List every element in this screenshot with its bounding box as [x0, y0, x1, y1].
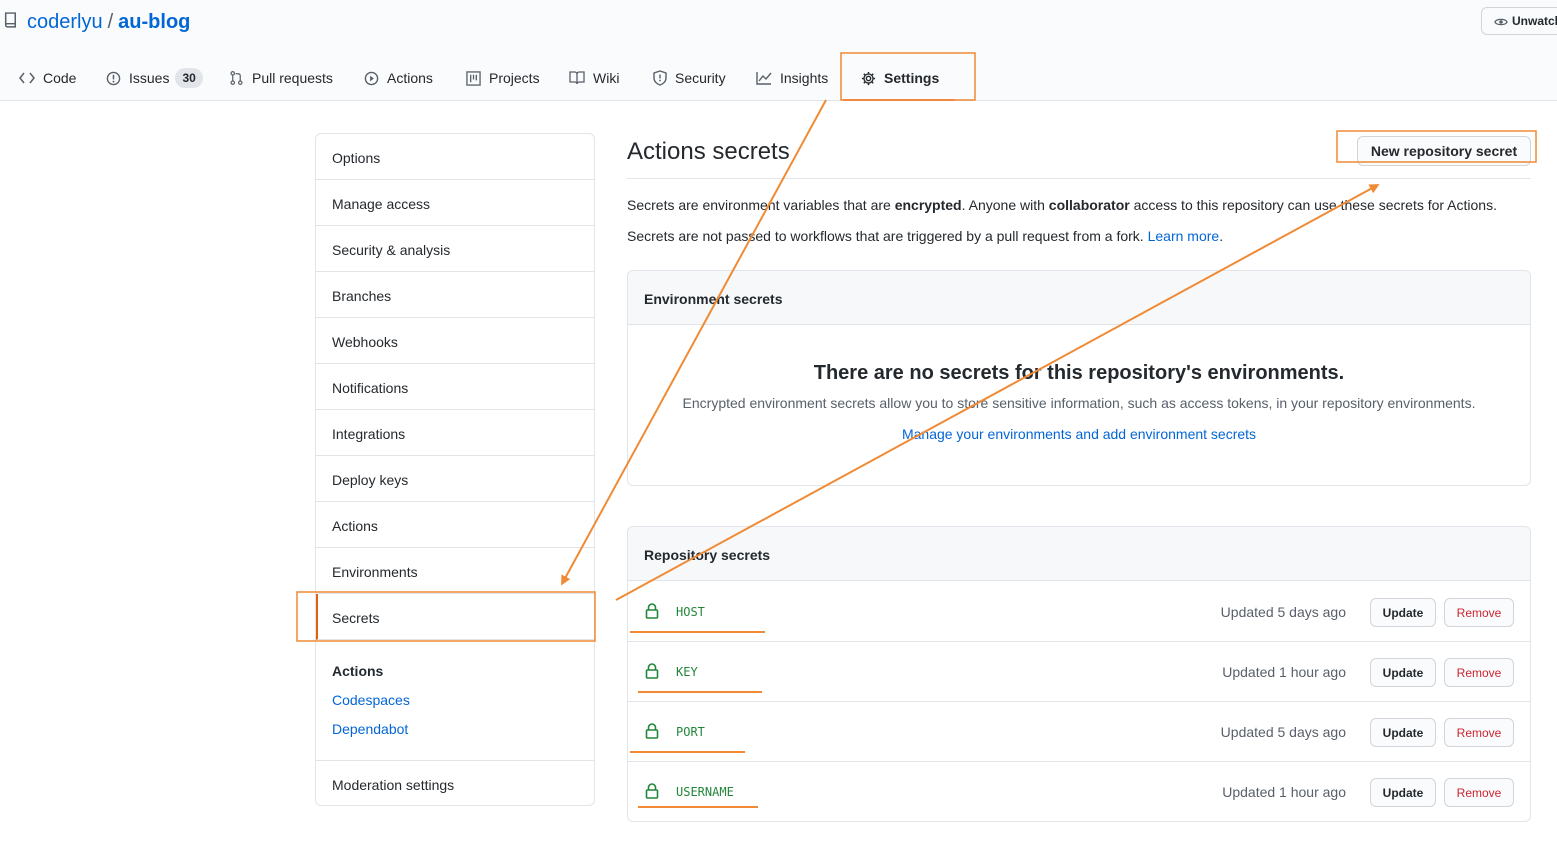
environment-secrets-box: Environment secrets There are no secrets… [627, 270, 1531, 486]
repo-owner-link[interactable]: coderlyu [27, 11, 103, 33]
secrets-description: Secrets are environment variables that a… [627, 197, 1497, 213]
tab-actions-label: Actions [387, 70, 433, 86]
repo-icon [4, 12, 16, 28]
sidebar-item-deploy-keys[interactable]: Deploy keys [316, 456, 594, 502]
sidebar-item-integrations[interactable]: Integrations [316, 410, 594, 456]
page-title: Actions secrets [627, 138, 790, 165]
sidebar-item-options[interactable]: Options [316, 134, 594, 180]
tab-pull-requests[interactable]: Pull requests [229, 56, 333, 100]
desc-bold-collaborator: collaborator [1048, 197, 1130, 213]
new-repository-secret-button[interactable]: New repository secret [1357, 136, 1531, 166]
sidebar-item-secrets[interactable]: Secrets [316, 594, 594, 640]
tab-settings[interactable]: Settings [842, 56, 956, 101]
desc-text-3: access to this repository can use these … [1129, 197, 1497, 213]
sidebar-item-moderation-settings[interactable]: Moderation settings [316, 760, 594, 806]
tab-insights-label: Insights [780, 70, 829, 86]
unwatch-label: Unwatch [1512, 14, 1557, 28]
tab-settings-label: Settings [884, 70, 940, 86]
secret-row: USERNAME Updated 1 hour ago Update Remov… [628, 762, 1530, 821]
repository-secrets-box: Repository secrets HOST Updated 5 days a… [627, 526, 1531, 822]
book-icon [569, 71, 585, 85]
tab-actions[interactable]: Actions [364, 56, 433, 100]
unwatch-button[interactable]: Unwatch [1481, 7, 1557, 35]
project-icon [466, 70, 481, 86]
environment-secrets-header: Environment secrets [628, 271, 1530, 325]
play-icon [364, 71, 379, 85]
tab-security[interactable]: Security [653, 56, 726, 100]
sidebar-item-environments[interactable]: Environments [316, 548, 594, 594]
learn-more-link[interactable]: Learn more [1148, 228, 1220, 244]
tab-pull-requests-label: Pull requests [252, 70, 333, 86]
tab-projects-label: Projects [489, 70, 540, 86]
fork-note: Secrets are not passed to workflows that… [627, 228, 1223, 244]
env-blankslate-text: Encrypted environment secrets allow you … [682, 395, 1476, 411]
remove-secret-button[interactable]: Remove [1444, 658, 1514, 687]
remove-secret-button[interactable]: Remove [1444, 718, 1514, 747]
sidebar-item-webhooks[interactable]: Webhooks [316, 318, 594, 364]
sidebar-item-security-analysis[interactable]: Security & analysis [316, 226, 594, 272]
title-divider [627, 178, 1531, 179]
secret-name: HOST [676, 605, 705, 619]
secret-row: HOST Updated 5 days ago Update Remove [628, 582, 1530, 642]
secret-name: USERNAME [676, 785, 734, 799]
lock-icon [645, 723, 659, 739]
desc-bold-encrypted: encrypted [894, 197, 962, 213]
sidebar-link-codespaces[interactable]: Codespaces [332, 692, 410, 708]
update-secret-button[interactable]: Update [1370, 778, 1436, 807]
tab-insights[interactable]: Insights [756, 56, 828, 100]
eye-icon [1494, 18, 1508, 26]
repo-name-link[interactable]: au-blog [118, 11, 190, 33]
desc-text-1: Secrets are environment variables that a… [627, 197, 895, 213]
pull-request-icon [230, 71, 243, 85]
tab-security-label: Security [675, 70, 726, 86]
issues-counter: 30 [175, 68, 203, 88]
update-secret-button[interactable]: Update [1370, 598, 1436, 627]
repo-title-separator: / [107, 11, 114, 33]
lock-icon [645, 663, 659, 679]
update-secret-button[interactable]: Update [1370, 658, 1436, 687]
graph-icon [756, 72, 772, 85]
shield-icon [653, 70, 667, 86]
lock-icon [645, 603, 659, 619]
secret-updated: Updated 1 hour ago [1222, 784, 1346, 800]
sidebar-secrets-heading: Actions [332, 663, 384, 679]
code-icon [19, 72, 35, 84]
fork-note-period: . [1219, 228, 1224, 244]
secret-row: PORT Updated 5 days ago Update Remove [628, 702, 1530, 762]
fork-note-text: Secrets are not passed to workflows that… [627, 228, 1148, 244]
desc-text-2: . Anyone with [961, 197, 1049, 213]
repository-secrets-header: Repository secrets [628, 527, 1530, 581]
secret-row: KEY Updated 1 hour ago Update Remove [628, 642, 1530, 702]
sidebar-item-notifications[interactable]: Notifications [316, 364, 594, 410]
lock-icon [645, 783, 659, 799]
gear-icon [861, 71, 876, 85]
tab-issues[interactable]: Issues 30 [106, 56, 203, 100]
tab-wiki[interactable]: Wiki [569, 56, 619, 100]
tab-wiki-label: Wiki [593, 70, 620, 86]
remove-secret-button[interactable]: Remove [1444, 598, 1514, 627]
secret-updated: Updated 1 hour ago [1222, 664, 1346, 680]
repo-title: coderlyu / au-blog [27, 9, 190, 35]
secret-updated: Updated 5 days ago [1220, 724, 1346, 740]
secret-updated: Updated 5 days ago [1220, 604, 1346, 620]
settings-sidebar: Options Manage access Security & analysi… [315, 133, 595, 806]
sidebar-link-dependabot[interactable]: Dependabot [332, 721, 408, 737]
sidebar-item-branches[interactable]: Branches [316, 272, 594, 318]
issue-icon [106, 71, 121, 85]
secret-name: PORT [676, 725, 705, 739]
tab-projects[interactable]: Projects [466, 56, 540, 100]
sidebar-item-actions[interactable]: Actions [316, 502, 594, 548]
tab-code[interactable]: Code [19, 56, 76, 100]
update-secret-button[interactable]: Update [1370, 718, 1436, 747]
tab-code-label: Code [43, 70, 77, 86]
secret-name: KEY [676, 665, 698, 679]
repo-header: coderlyu/au-blog Unwatch Code Issues 30 P… [0, 0, 1557, 101]
sidebar-item-manage-access[interactable]: Manage access [316, 180, 594, 226]
remove-secret-button[interactable]: Remove [1444, 778, 1514, 807]
env-blankslate-title: There are no secrets for this repository… [813, 362, 1345, 384]
manage-environments-link[interactable]: Manage your environments and add environ… [628, 426, 1530, 442]
tab-issues-label: Issues [129, 70, 170, 86]
